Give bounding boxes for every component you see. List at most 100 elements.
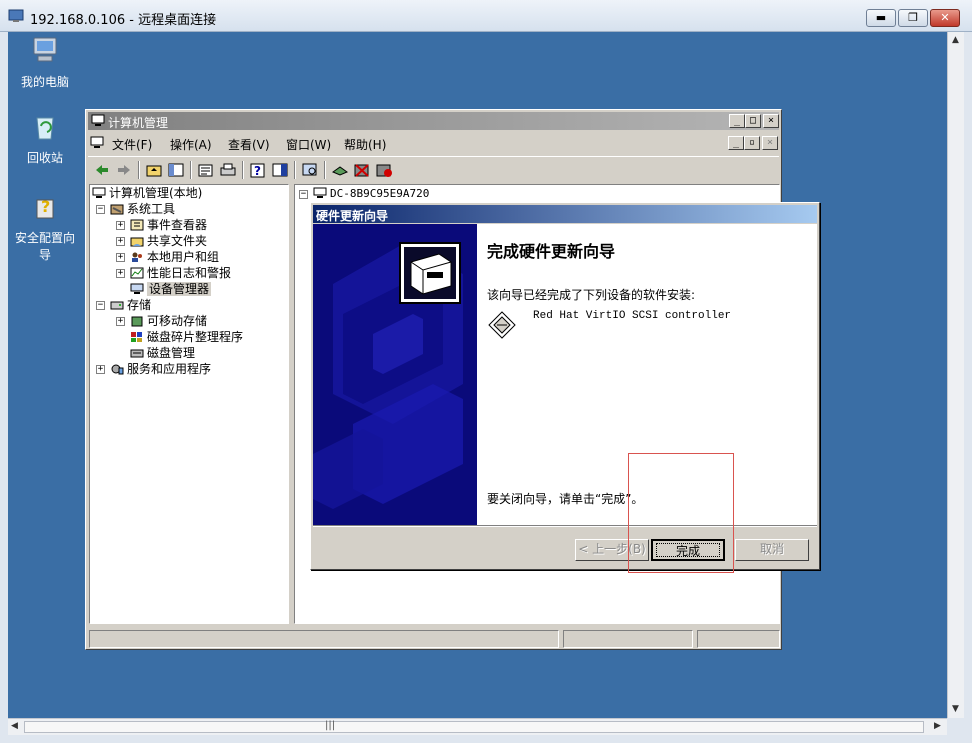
wizard-titlebar: 硬件更新向导 bbox=[313, 205, 817, 223]
menu-view[interactable]: 查看(V) bbox=[228, 136, 270, 153]
tree-label: 磁盘管理 bbox=[147, 346, 196, 360]
tree-label: 可移动存储 bbox=[147, 314, 208, 328]
tree-label: 性能日志和警报 bbox=[147, 266, 232, 280]
computer-management-icon bbox=[91, 114, 105, 126]
scroll-up-arrow-icon[interactable]: ▲ bbox=[952, 35, 959, 45]
tree-node-system-tools[interactable]: 系统工具 bbox=[110, 201, 175, 217]
show-pane-icon[interactable] bbox=[270, 161, 290, 179]
collapse-toggle[interactable]: − bbox=[299, 190, 308, 199]
console-tree: 计算机管理(本地) − 系统工具 + 事件查看器 + 共享文件夹 + 本地用户和… bbox=[89, 184, 289, 624]
mmc-minimize-button[interactable]: _ bbox=[729, 114, 745, 128]
child-minimize-button[interactable]: _ bbox=[728, 136, 744, 150]
storage-icon bbox=[110, 301, 124, 310]
tools-icon bbox=[110, 204, 124, 215]
tree-node-perf-logs[interactable]: 性能日志和警报 bbox=[130, 265, 231, 281]
print-icon[interactable] bbox=[218, 161, 238, 179]
tree-node-event-viewer[interactable]: 事件查看器 bbox=[130, 217, 207, 233]
disable-device-icon[interactable] bbox=[374, 161, 394, 179]
tree-label: 设备管理器 bbox=[147, 282, 212, 296]
remote-desktop: 我的电脑 回收站 ? 安全配置向导 计算机管理 _ □ × 文件(F) 操作(A… bbox=[8, 32, 947, 718]
expand-toggle[interactable]: + bbox=[116, 317, 125, 326]
uninstall-icon[interactable] bbox=[352, 161, 372, 179]
wizard-title: 硬件更新向导 bbox=[316, 209, 389, 223]
window-frame-bottom bbox=[0, 735, 972, 743]
defrag-icon bbox=[131, 332, 142, 342]
tree-node-defrag[interactable]: 磁盘碎片整理程序 bbox=[130, 329, 243, 345]
tree-label: 系统工具 bbox=[127, 202, 176, 216]
child-close-button[interactable]: × bbox=[762, 136, 778, 150]
cancel-button[interactable]: 取消 bbox=[735, 539, 809, 561]
show-hide-tree-icon[interactable] bbox=[166, 161, 186, 179]
child-restore-button[interactable]: ▫ bbox=[744, 136, 760, 150]
tree-node-disk-management[interactable]: 磁盘管理 bbox=[130, 345, 195, 361]
rdp-titlebar: 192.168.0.106 - 远程桌面连接 ▬ ❐ ✕ bbox=[0, 0, 972, 32]
tree-label: 本地用户和组 bbox=[147, 250, 220, 264]
tree-node-removable-storage[interactable]: 可移动存储 bbox=[130, 313, 207, 329]
vertical-scrollbar[interactable]: ▲ ▼ bbox=[947, 32, 964, 718]
tree-node-storage[interactable]: 存储 bbox=[110, 297, 151, 313]
expand-toggle[interactable]: + bbox=[96, 365, 105, 374]
wizard-closing-text: 要关闭向导，请单击“完成”。 bbox=[487, 492, 644, 506]
scrollbar-grip-icon: ||| bbox=[325, 720, 336, 731]
desktop-icon-security-wizard[interactable]: ? 安全配置向导 bbox=[10, 190, 80, 263]
properties-icon[interactable] bbox=[196, 161, 216, 179]
back-arrow-icon[interactable] bbox=[92, 161, 112, 179]
expand-toggle[interactable]: + bbox=[116, 253, 125, 262]
expand-toggle[interactable]: + bbox=[116, 269, 125, 278]
collapse-toggle[interactable]: − bbox=[96, 301, 105, 310]
tree-label: 磁盘碎片整理程序 bbox=[147, 330, 244, 344]
tree-node-services-apps[interactable]: 服务和应用程序 bbox=[110, 361, 211, 377]
expand-toggle[interactable]: + bbox=[116, 237, 125, 246]
scroll-right-arrow-icon[interactable]: ▶ bbox=[934, 721, 941, 731]
tree-label: 服务和应用程序 bbox=[127, 362, 212, 376]
svg-text:?: ? bbox=[254, 164, 261, 178]
shared-folder-icon bbox=[130, 237, 144, 247]
mmc-maximize-button[interactable]: □ bbox=[745, 114, 761, 128]
installed-device-name: Red Hat VirtIO SCSI controller bbox=[533, 310, 732, 322]
tree-node-root[interactable]: 计算机管理(本地) bbox=[92, 185, 202, 201]
menu-action[interactable]: 操作(A) bbox=[170, 136, 212, 153]
scan-hardware-icon[interactable] bbox=[300, 161, 320, 179]
device-tree-root[interactable]: DC-8B9C95E9A720 bbox=[313, 187, 429, 200]
tree-label: 共享文件夹 bbox=[147, 234, 208, 248]
toolbar-separator bbox=[294, 161, 296, 179]
status-cell bbox=[89, 630, 559, 648]
toolbar-separator bbox=[138, 161, 140, 179]
desktop-icon-label: 安全配置向导 bbox=[14, 231, 75, 262]
menu-help[interactable]: 帮助(H) bbox=[344, 136, 386, 153]
menu-bar: 文件(F) 操作(A) 查看(V) 窗口(W) 帮助(H) _ ▫ × bbox=[88, 132, 779, 154]
tree-node-shared-folders[interactable]: 共享文件夹 bbox=[130, 233, 207, 249]
toolbar-separator bbox=[324, 161, 326, 179]
tree-node-local-users[interactable]: 本地用户和组 bbox=[130, 249, 219, 265]
mmc-close-button[interactable]: × bbox=[763, 114, 779, 128]
scroll-down-arrow-icon[interactable]: ▼ bbox=[952, 704, 959, 714]
scroll-left-arrow-icon[interactable]: ◀ bbox=[11, 721, 18, 731]
device-tree-label: DC-8B9C95E9A720 bbox=[330, 187, 430, 200]
expand-toggle[interactable]: + bbox=[116, 221, 125, 230]
computer-icon bbox=[313, 187, 327, 198]
rdp-window-title: 192.168.0.106 - 远程桌面连接 bbox=[30, 13, 217, 28]
scrollbar-thumb[interactable]: ||| bbox=[24, 720, 924, 733]
update-driver-icon[interactable] bbox=[330, 161, 350, 179]
minimize-button[interactable]: ▬ bbox=[866, 9, 896, 27]
disk-management-icon bbox=[130, 349, 144, 358]
toolbar: ? bbox=[88, 156, 779, 182]
wizard-heading: 完成硬件更新向导 bbox=[487, 242, 616, 261]
console-icon bbox=[90, 136, 104, 148]
tree-node-device-manager[interactable]: 设备管理器 bbox=[130, 281, 212, 297]
close-button[interactable]: ✕ bbox=[930, 9, 960, 27]
removable-storage-icon bbox=[131, 316, 143, 327]
collapse-toggle[interactable]: − bbox=[96, 205, 105, 214]
remote-desktop-icon bbox=[8, 9, 24, 22]
help-icon[interactable]: ? bbox=[248, 161, 268, 179]
desktop-icon-recycle-bin[interactable]: 回收站 bbox=[10, 110, 80, 166]
forward-arrow-icon[interactable] bbox=[114, 161, 134, 179]
desktop-icon-my-computer[interactable]: 我的电脑 bbox=[10, 34, 80, 90]
horizontal-scrollbar[interactable]: ◀ ||| ▶ bbox=[8, 718, 947, 735]
menu-window[interactable]: 窗口(W) bbox=[286, 136, 331, 153]
menu-file[interactable]: 文件(F) bbox=[112, 136, 152, 153]
restore-button[interactable]: ❐ bbox=[898, 9, 928, 27]
wizard-divider bbox=[313, 525, 817, 527]
annotation-highlight-box bbox=[628, 453, 734, 573]
up-folder-icon[interactable] bbox=[144, 161, 164, 179]
